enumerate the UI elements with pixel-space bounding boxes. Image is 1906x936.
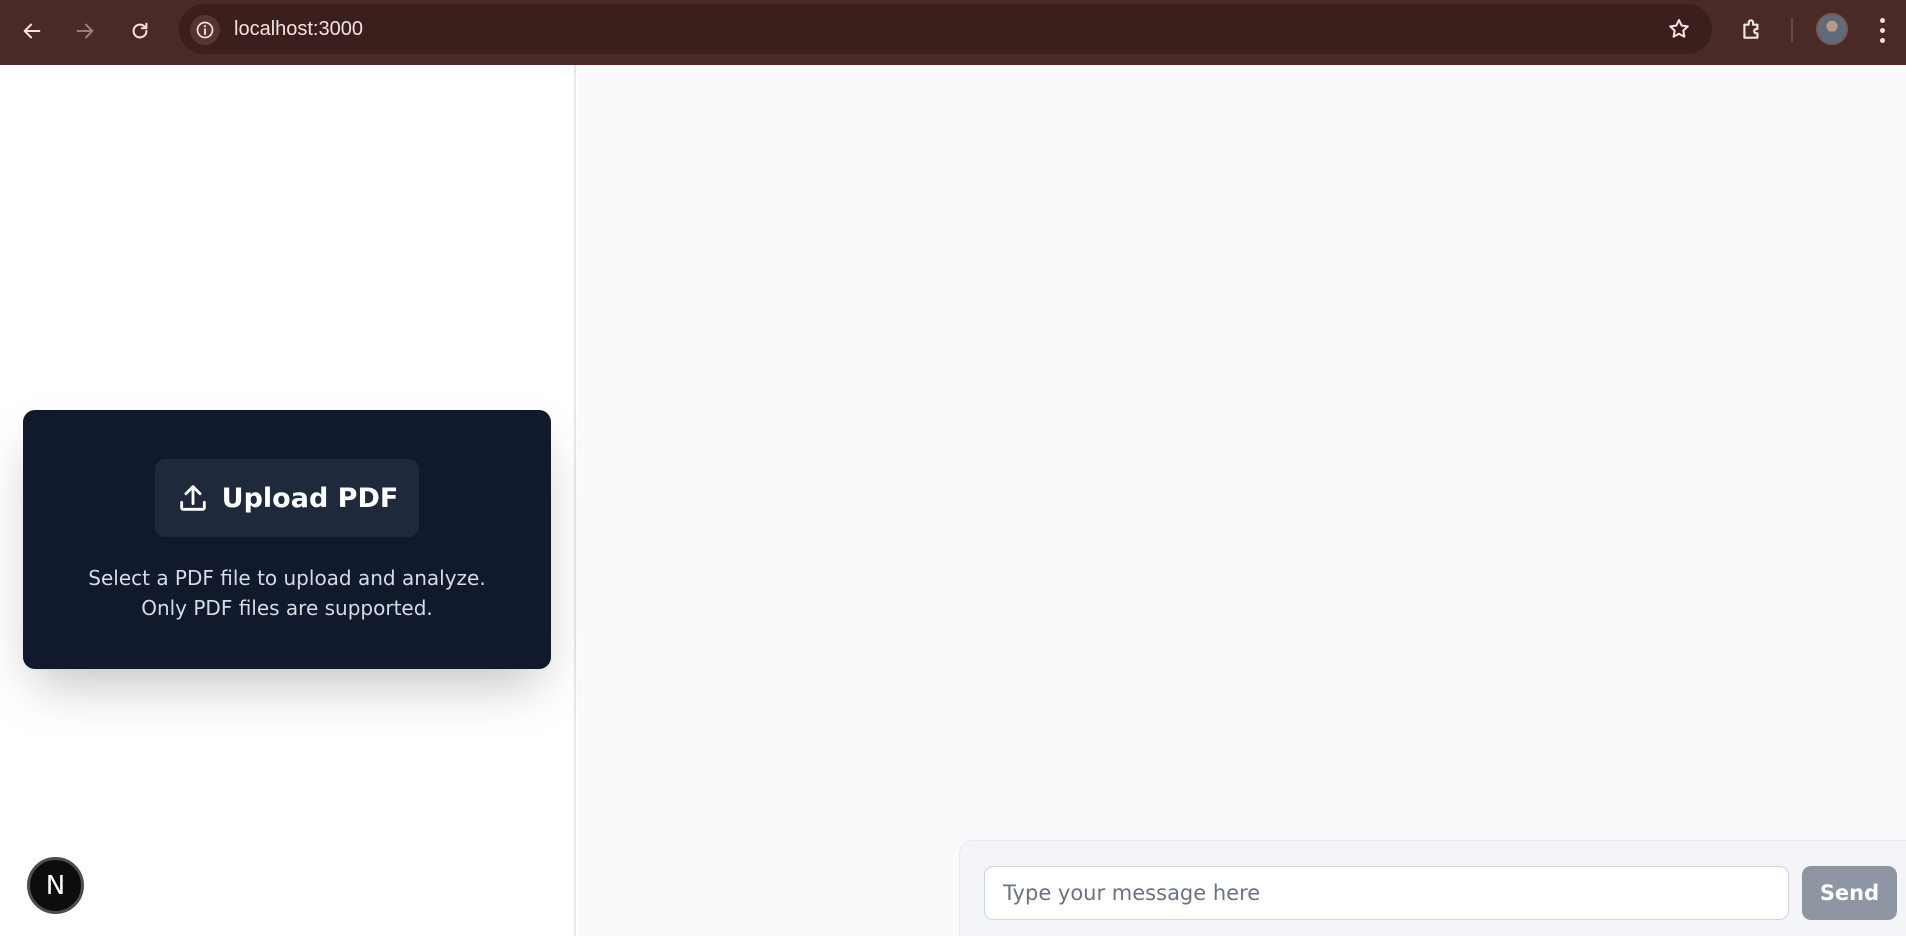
address-bar[interactable]: localhost:3000 [179, 4, 1712, 54]
browser-menu-button[interactable] [1872, 14, 1892, 46]
upload-card: Upload PDF Select a PDF file to upload a… [23, 410, 551, 669]
toolbar-divider [1791, 18, 1793, 42]
upload-button-label: Upload PDF [221, 482, 399, 514]
extensions-button[interactable] [1735, 12, 1769, 46]
avatar[interactable] [1816, 13, 1848, 45]
forward-button[interactable] [67, 13, 103, 49]
upload-icon [179, 485, 206, 511]
reload-icon [132, 22, 148, 39]
app-page: Upload PDF Select a PDF file to upload a… [0, 65, 1906, 936]
next-logo-icon: N [45, 870, 66, 901]
bookmark-button[interactable] [1666, 16, 1692, 42]
left-panel: Upload PDF Select a PDF file to upload a… [0, 65, 576, 936]
reload-button[interactable] [122, 13, 158, 49]
message-input[interactable] [984, 866, 1789, 920]
upload-description: Select a PDF file to upload and analyze.… [88, 566, 486, 620]
site-info-button[interactable] [190, 15, 220, 45]
arrow-right-icon [76, 23, 94, 39]
url-text[interactable]: localhost:3000 [234, 4, 363, 54]
chat-panel: Send [577, 65, 1906, 936]
star-icon [1669, 19, 1689, 38]
info-icon [196, 21, 214, 39]
upload-pdf-button[interactable]: Upload PDF [155, 459, 419, 537]
dev-tools-badge[interactable]: N [27, 857, 84, 914]
chat-input-bar: Send [959, 840, 1906, 936]
kebab-menu-icon [1879, 17, 1885, 23]
browser-toolbar: localhost:3000 [0, 0, 1906, 65]
puzzle-icon [1743, 19, 1759, 39]
arrow-left-icon [23, 23, 41, 39]
send-button[interactable]: Send [1802, 866, 1897, 920]
back-button[interactable] [14, 13, 50, 49]
